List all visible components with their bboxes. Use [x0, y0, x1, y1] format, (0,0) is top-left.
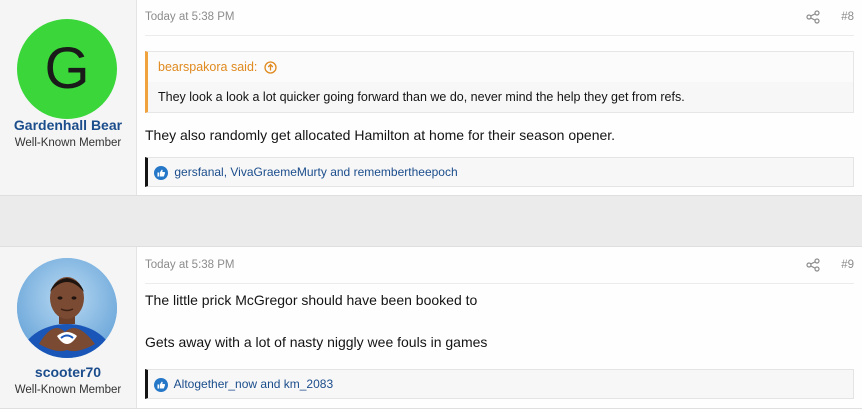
- reaction-user-link[interactable]: km_2083: [284, 377, 333, 391]
- user-info-panel: scooter70 Well-Known Member: [0, 247, 137, 408]
- post-content: Today at 5:38 PM #8 bearspakora said: Th…: [137, 0, 862, 195]
- post-header: Today at 5:38 PM #8: [145, 9, 854, 36]
- post-message-line: The little prick McGregor should have be…: [145, 292, 478, 308]
- quote-author-label: bearspakora said:: [158, 60, 258, 74]
- reaction-user-link[interactable]: Altogether_now: [174, 377, 257, 391]
- avatar[interactable]: G: [17, 19, 117, 119]
- post-message-line: Gets away with a lot of nasty niggly wee…: [145, 334, 488, 350]
- share-icon[interactable]: [806, 258, 820, 272]
- reaction-separator: and: [257, 377, 284, 391]
- reaction-user-link[interactable]: VivaGraemeMurty: [230, 165, 326, 179]
- arrow-up-circle-icon[interactable]: [264, 61, 277, 74]
- quote-block: bearspakora said: They look a look a lot…: [145, 51, 854, 113]
- avatar-photo-icon: [17, 258, 117, 358]
- reaction-user-link[interactable]: remembertheepoch: [354, 165, 458, 179]
- post-content: Today at 5:38 PM #9 The little prick McG…: [137, 247, 862, 408]
- username[interactable]: Gardenhall Bear: [0, 117, 136, 133]
- post-number[interactable]: #9: [841, 259, 854, 271]
- avatar-letter: G: [44, 36, 90, 101]
- post-9: scooter70 Well-Known Member Today at 5:3…: [0, 246, 862, 409]
- user-info-panel: G Gardenhall Bear Well-Known Member: [0, 0, 137, 195]
- user-title: Well-Known Member: [14, 137, 122, 149]
- like-icon: [154, 377, 168, 392]
- like-icon: [154, 165, 168, 180]
- quote-text: They look a look a lot quicker going for…: [158, 90, 685, 104]
- reactions-bar: gersfanal, VivaGraemeMurty and remembert…: [145, 157, 854, 187]
- post-date[interactable]: Today at 5:38 PM: [145, 11, 235, 23]
- post-message: They also randomly get allocated Hamilto…: [145, 127, 616, 143]
- reaction-separator: and: [326, 165, 354, 179]
- post-number[interactable]: #8: [841, 11, 854, 23]
- post-header: Today at 5:38 PM #9: [145, 257, 854, 284]
- quote-author-link[interactable]: bearspakora said:: [148, 52, 853, 82]
- reaction-user-link[interactable]: gersfanal: [174, 165, 223, 179]
- post-8: G Gardenhall Bear Well-Known Member Toda…: [0, 0, 862, 196]
- share-icon[interactable]: [806, 10, 820, 24]
- avatar[interactable]: [17, 258, 117, 358]
- user-title: Well-Known Member: [14, 384, 122, 396]
- reactions-bar: Altogether_now and km_2083: [145, 369, 854, 399]
- post-date[interactable]: Today at 5:38 PM: [145, 259, 235, 271]
- username[interactable]: scooter70: [0, 364, 136, 380]
